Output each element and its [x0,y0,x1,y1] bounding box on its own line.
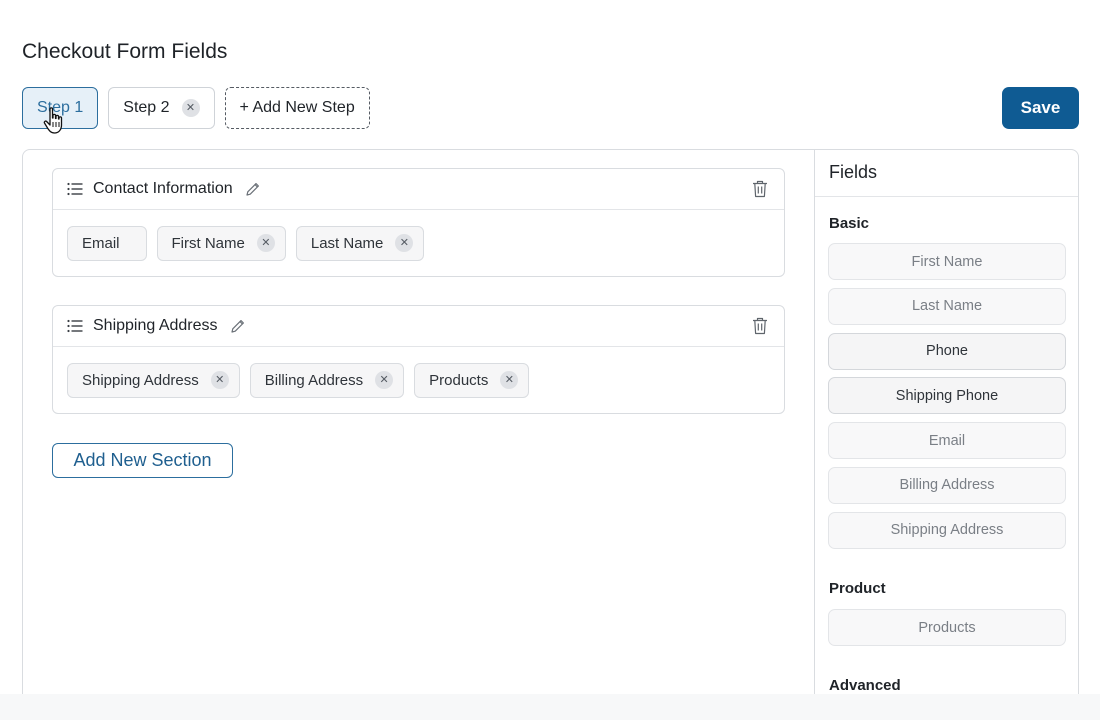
field-chip-email[interactable]: Email [67,225,147,261]
delete-section-icon[interactable] [752,317,768,335]
fields-sidebar: Fields Basic First Name Last Name Phone … [815,150,1078,708]
edit-pencil-icon[interactable] [245,181,261,197]
section-shipping-address: Shipping Address Shipping Address ✕ Bill… [52,305,785,414]
field-list-product: Products [828,609,1066,654]
page-title: Checkout Form Fields [22,40,228,63]
section-title: Contact Information [93,180,233,197]
sidebar-field-shipping-phone[interactable]: Shipping Phone [828,377,1066,415]
field-chip-first-name[interactable]: First Name ✕ [156,225,286,261]
section-title: Shipping Address [93,317,218,334]
field-chip-last-name[interactable]: Last Name ✕ [295,225,425,261]
sidebar-field-email[interactable]: Email [828,422,1066,460]
field-chip-label: Last Name [310,234,384,252]
sidebar-field-first-name[interactable]: First Name [828,243,1066,280]
remove-field-icon[interactable]: ✕ [210,371,229,389]
remove-field-icon[interactable]: ✕ [256,234,275,252]
add-new-section-button[interactable]: Add New Section [52,443,233,478]
step-tab-2[interactable]: Step 2 ✕ [108,87,215,129]
remove-field-icon[interactable]: ✕ [375,371,394,389]
field-list-basic: First Name Last Name Phone Shipping Phon… [828,243,1066,557]
add-new-step-button[interactable]: + Add New Step [224,87,370,129]
drag-handle-icon[interactable] [67,319,83,333]
field-chip-label: Products [429,371,489,389]
sidebar-field-shipping-address[interactable]: Shipping Address [828,511,1066,549]
steps-bar: Step 1 Step 2 ✕ + Add New Step [22,87,370,134]
sidebar-field-billing-address[interactable]: Billing Address [828,466,1066,504]
field-chip-billing-address[interactable]: Billing Address ✕ [249,362,405,398]
section-contact-information: Contact Information Email First Name ✕ L… [52,168,785,277]
section-header: Shipping Address [53,306,784,347]
field-chip-label: Billing Address [264,371,364,389]
sidebar-field-products[interactable]: Products [828,609,1066,646]
remove-field-icon[interactable]: ✕ [395,234,414,252]
section-header: Contact Information [53,169,784,210]
field-chip-products[interactable]: Products ✕ [414,362,530,398]
group-label-advanced: Advanced [829,677,901,694]
step-tab-label: Step 2 [123,99,170,116]
sidebar-field-last-name[interactable]: Last Name [828,287,1066,325]
step-tab-1[interactable]: Step 1 [22,87,99,134]
sidebar-field-phone[interactable]: Phone [828,332,1066,370]
drag-handle-icon[interactable] [67,182,83,196]
field-chip-label: First Name [171,234,245,252]
field-chip-shipping-address[interactable]: Shipping Address ✕ [67,362,240,398]
hand-cursor-icon [43,107,63,134]
section-fields: Email First Name ✕ Last Name ✕ [53,210,784,276]
field-chip-label: Email [82,234,120,252]
group-label-product: Product [829,580,886,597]
sidebar-title: Fields [815,150,1078,197]
field-chip-label: Shipping Address [82,371,199,389]
edit-pencil-icon[interactable] [230,318,246,334]
form-builder-panel: Contact Information Email First Name ✕ L… [22,149,1079,709]
delete-section-icon[interactable] [752,180,768,198]
remove-field-icon[interactable]: ✕ [500,371,519,389]
remove-step-icon[interactable]: ✕ [181,99,200,117]
save-button[interactable]: Save [1002,87,1079,129]
group-label-basic: Basic [829,215,870,232]
bottom-strip [0,694,1100,720]
section-fields: Shipping Address ✕ Billing Address ✕ Pro… [53,347,784,413]
